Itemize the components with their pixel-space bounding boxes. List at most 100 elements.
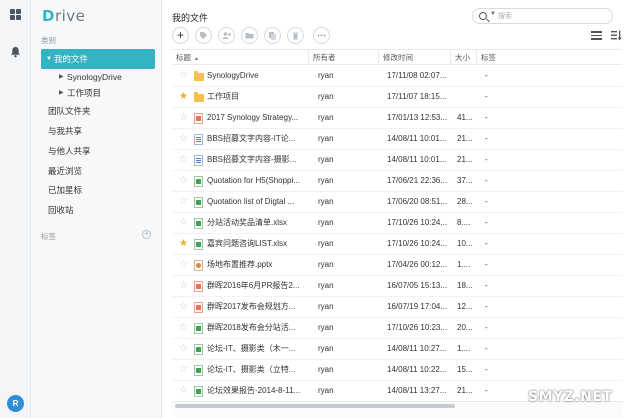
file-owner: ryan	[318, 92, 334, 101]
file-owner: ryan	[318, 344, 334, 353]
file-tag: -	[485, 134, 488, 143]
table-row[interactable]: ☆ SynologyDrive ryan 17/11/08 02:07... -	[172, 66, 622, 87]
star-outline-icon[interactable]: ☆	[179, 281, 189, 291]
sidebar-item-work-projects[interactable]: ▶ 工作项目	[41, 85, 155, 101]
copy-icon	[269, 32, 276, 40]
new-button[interactable]: +	[172, 27, 189, 44]
table-row[interactable]: ☆ Quotation list of Digtal ... ryan 17/06/2…	[172, 192, 622, 213]
sidebar-item-synologydrive[interactable]: ▶ SynologyDrive	[41, 69, 155, 85]
search-box[interactable]: ▼	[472, 8, 613, 24]
file-tag: -	[485, 386, 488, 395]
add-tag-icon[interactable]: +	[142, 230, 151, 239]
file-name: SynologyDrive	[207, 71, 259, 80]
search-input[interactable]	[498, 10, 608, 22]
file-owner: ryan	[318, 155, 334, 164]
sidebar-item-team-folders[interactable]: 团队文件夹	[41, 101, 155, 121]
table-row[interactable]: ★ 工作项目 ryan 17/11/07 18:15... -	[172, 87, 622, 108]
file-modified: 16/07/19 17:04...	[387, 302, 448, 311]
table-row[interactable]: ☆ 群晖2018发布会分站活... ryan 17/10/26 10:23... 20.…	[172, 318, 622, 339]
table-row[interactable]: ★ 嘉宾问题咨询LIST.xlsx ryan 17/10/26 10:24... 10.…	[172, 234, 622, 255]
copy-button[interactable]	[264, 27, 281, 44]
app-grid-icon[interactable]	[10, 9, 21, 20]
table-row[interactable]: ☆ 群晖2017发布会规划方... ryan 16/07/19 17:04... 12.…	[172, 297, 622, 318]
sidebar-item-shared-with-others[interactable]: 与他人共享	[41, 141, 155, 161]
file-owner: ryan	[318, 281, 334, 290]
file-name: BBS招募文字内容-IT论...	[207, 134, 296, 143]
star-outline-icon[interactable]: ☆	[179, 113, 189, 123]
spreadsheet-file-icon	[194, 197, 203, 208]
star-outline-icon[interactable]: ☆	[179, 176, 189, 186]
file-size: 21...	[457, 386, 473, 395]
star-outline-icon[interactable]: ☆	[179, 218, 189, 228]
sidebar-item-label: 我的文件	[54, 54, 89, 64]
sidebar-item-label: 回收站	[48, 205, 74, 215]
star-outline-icon[interactable]: ☆	[179, 71, 189, 81]
star-filled-icon[interactable]: ★	[179, 239, 189, 249]
star-outline-icon[interactable]: ☆	[179, 365, 189, 375]
file-size: 21...	[457, 155, 473, 164]
horizontal-scrollbar-thumb[interactable]	[175, 404, 455, 408]
pdf-file-icon	[194, 281, 203, 292]
column-title[interactable]: 标题 ▲	[172, 50, 309, 65]
column-modified[interactable]: 修改时间	[379, 50, 451, 65]
spreadsheet-file-icon	[194, 176, 203, 187]
table-row[interactable]: ☆ 论坛-IT、摄影类（立特... ryan 14/08/11 10:22... 15.…	[172, 360, 622, 381]
table-row[interactable]: ☆ 论坛-IT、摄影类（木一... ryan 14/08/11 10:27... 1..…	[172, 339, 622, 360]
column-size[interactable]: 大小	[451, 50, 477, 65]
move-button[interactable]	[241, 27, 258, 44]
sidebar-item-recycle-bin[interactable]: 回收站	[41, 200, 155, 220]
file-size	[457, 66, 479, 86]
star-outline-icon[interactable]: ☆	[179, 197, 189, 207]
sidebar-item-label: 与他人共享	[48, 146, 91, 156]
list-view-icon[interactable]	[591, 31, 602, 40]
table-row[interactable]: ☆ BBS招募文字内容-IT论... ryan 14/08/11 10:01... 21…	[172, 129, 622, 150]
file-modified: 14/08/11 10:01...	[387, 155, 447, 164]
star-outline-icon[interactable]: ☆	[179, 323, 189, 333]
file-tag: -	[485, 302, 488, 311]
table-row[interactable]: ☆ 2017 Synology Strategy... ryan 17/01/13 1…	[172, 108, 622, 129]
file-owner: ryan	[318, 176, 334, 185]
column-tag[interactable]: 标签	[477, 50, 622, 65]
sidebar-item-shared-with-me[interactable]: 与我共享	[41, 121, 155, 141]
column-owner[interactable]: 所有者	[309, 50, 379, 65]
file-modified: 17/11/07 18:15...	[387, 92, 447, 101]
more-icon	[317, 34, 326, 37]
presentation-file-icon	[194, 260, 203, 271]
bell-icon[interactable]	[10, 46, 21, 58]
file-owner: ryan	[318, 302, 334, 311]
star-outline-icon[interactable]: ☆	[179, 386, 189, 396]
sort-icon[interactable]	[611, 30, 622, 41]
file-name: Quotation for H5(Shoppi...	[207, 176, 300, 185]
sidebar-item-starred[interactable]: 已加星标	[41, 180, 155, 200]
spreadsheet-file-icon	[194, 386, 203, 397]
star-outline-icon[interactable]: ☆	[179, 134, 189, 144]
table-row[interactable]: ☆ BBS招募文字内容-摄影... ryan 14/08/11 10:01... 21.…	[172, 150, 622, 171]
star-outline-icon[interactable]: ☆	[179, 344, 189, 354]
table-row[interactable]: ☆ 群晖2016年6月PR报告2... ryan 16/07/05 15:13... 1…	[172, 276, 622, 297]
avatar[interactable]: R	[7, 395, 24, 412]
sidebar-item-my-files[interactable]: ▼ 我的文件	[41, 49, 155, 69]
spreadsheet-file-icon	[194, 344, 203, 355]
star-outline-icon[interactable]: ☆	[179, 260, 189, 270]
table-row[interactable]: ☆ Quotation for H5(Shoppi... ryan 17/06/21 …	[172, 171, 622, 192]
file-name: 群晖2018发布会分站活...	[207, 323, 296, 332]
more-button[interactable]	[313, 27, 330, 44]
file-name: Quotation list of Digtal ...	[207, 197, 295, 206]
sidebar-item-recent[interactable]: 最近浏览	[41, 161, 155, 181]
star-outline-icon[interactable]: ☆	[179, 302, 189, 312]
delete-icon	[292, 32, 299, 40]
star-filled-icon[interactable]: ★	[179, 92, 189, 102]
tag-button[interactable]	[195, 27, 212, 44]
file-size: 28...	[457, 197, 473, 206]
share-button[interactable]	[218, 27, 235, 44]
chevron-down-icon[interactable]: ▼	[490, 11, 496, 17]
table-row[interactable]: ☆ 分站活动奖品清单.xlsx ryan 17/10/26 10:24... 8....…	[172, 213, 622, 234]
page-title: 我的文件	[172, 13, 209, 23]
table-row[interactable]: ☆ 场地布置推荐.pptx ryan 17/04/26 00:12... 1.... -	[172, 255, 622, 276]
delete-button[interactable]	[287, 27, 304, 44]
file-name: 分站活动奖品清单.xlsx	[207, 218, 287, 227]
sidebar: Drive 类别 ▼ 我的文件 ▶ SynologyDrive ▶ 工作项目 团…	[31, 0, 162, 418]
star-outline-icon[interactable]: ☆	[179, 155, 189, 165]
expand-triangle-icon[interactable]: ▶	[59, 85, 64, 101]
expand-triangle-icon[interactable]: ▶	[59, 69, 64, 85]
